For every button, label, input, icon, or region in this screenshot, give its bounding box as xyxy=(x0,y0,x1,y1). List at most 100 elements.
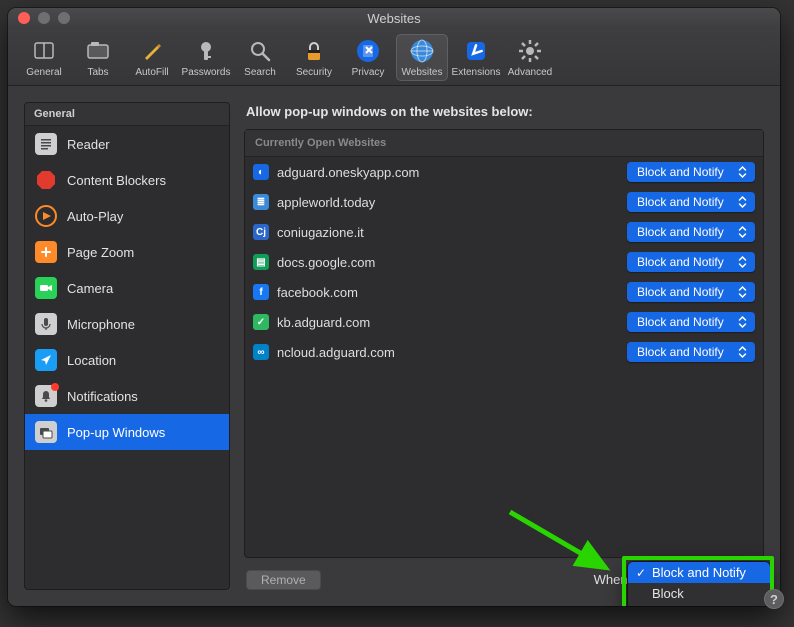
panel-footer: Remove When visiting other websites: ✓ B… xyxy=(244,558,764,590)
sidebar-item-label: Notifications xyxy=(67,389,138,404)
toolbar-websites[interactable]: Websites xyxy=(396,34,448,81)
popups-icon xyxy=(35,421,57,443)
favicon: ∞ xyxy=(253,344,269,360)
location-icon xyxy=(35,349,57,371)
panel-heading: Allow pop-up windows on the websites bel… xyxy=(246,104,764,119)
website-row[interactable]: Cj coniugazione.it Block and Notify xyxy=(245,217,763,247)
sidebar-item-label: Reader xyxy=(67,137,110,152)
dropdown-option[interactable]: Block xyxy=(628,583,770,604)
general-icon xyxy=(30,37,58,65)
toolbar-tabs[interactable]: Tabs xyxy=(72,34,124,81)
remove-button[interactable]: Remove xyxy=(246,570,321,590)
websites-icon xyxy=(408,37,436,65)
help-button[interactable]: ? xyxy=(764,589,780,606)
reader-icon xyxy=(35,133,57,155)
dropdown-option[interactable]: Allow xyxy=(628,604,770,606)
zoom-button[interactable] xyxy=(58,12,70,24)
favicon: f xyxy=(253,284,269,300)
website-policy-select[interactable]: Block and Notify xyxy=(627,222,755,242)
chevron-updown-icon xyxy=(736,194,749,210)
option-label: Block and Notify xyxy=(652,565,746,580)
sidebar: General Reader Content Blockers Auto-Pla… xyxy=(24,102,230,590)
toolbar-security[interactable]: Security xyxy=(288,34,340,81)
blockers-icon xyxy=(35,169,57,191)
toolbar-autofill[interactable]: AutoFill xyxy=(126,34,178,81)
toolbar-label: Tabs xyxy=(87,67,108,78)
favicon: Cj xyxy=(253,224,269,240)
website-policy-select[interactable]: Block and Notify xyxy=(627,192,755,212)
minimize-button[interactable] xyxy=(38,12,50,24)
sidebar-item-label: Page Zoom xyxy=(67,245,134,260)
website-domain: coniugazione.it xyxy=(277,225,619,240)
website-row[interactable]: ◐ adguard.oneskyapp.com Block and Notify xyxy=(245,157,763,187)
search-icon xyxy=(246,37,274,65)
toolbar-label: Privacy xyxy=(352,67,385,78)
toolbar-advanced[interactable]: Advanced xyxy=(504,34,556,81)
sidebar-item-label: Pop-up Windows xyxy=(67,425,165,440)
notification-badge xyxy=(51,383,59,391)
toolbar-label: Search xyxy=(244,67,276,78)
list-section-header: Currently Open Websites xyxy=(245,130,763,157)
select-value: Block and Notify xyxy=(637,225,730,239)
favicon: ▤ xyxy=(253,254,269,270)
sidebar-item-label: Content Blockers xyxy=(67,173,166,188)
notifications-icon xyxy=(35,385,57,407)
website-row[interactable]: f facebook.com Block and Notify xyxy=(245,277,763,307)
checkmark-icon: ✓ xyxy=(634,566,648,580)
close-button[interactable] xyxy=(18,12,30,24)
chevron-updown-icon xyxy=(736,224,749,240)
sidebar-item-notifications[interactable]: Notifications xyxy=(25,378,229,414)
chevron-updown-icon xyxy=(736,344,749,360)
other-websites-dropdown[interactable]: ✓ Block and Notify Block Allow xyxy=(628,562,770,606)
website-policy-select[interactable]: Block and Notify xyxy=(627,252,755,272)
toolbar-privacy[interactable]: Privacy xyxy=(342,34,394,81)
extensions-icon xyxy=(462,37,490,65)
camera-icon xyxy=(35,277,57,299)
websites-list: Currently Open Websites ◐ adguard.onesky… xyxy=(244,129,764,558)
toolbar-general[interactable]: General xyxy=(18,34,70,81)
website-row[interactable]: ∞ ncloud.adguard.com Block and Notify xyxy=(245,337,763,367)
website-row[interactable]: ≣ appleworld.today Block and Notify xyxy=(245,187,763,217)
sidebar-item-microphone[interactable]: Microphone xyxy=(25,306,229,342)
autoplay-icon xyxy=(35,205,57,227)
autofill-icon xyxy=(138,37,166,65)
sidebar-item-location[interactable]: Location xyxy=(25,342,229,378)
sidebar-item-label: Microphone xyxy=(67,317,135,332)
website-domain: adguard.oneskyapp.com xyxy=(277,165,619,180)
sidebar-item-zoom[interactable]: Page Zoom xyxy=(25,234,229,270)
option-label: Block xyxy=(652,586,684,601)
website-domain: kb.adguard.com xyxy=(277,315,619,330)
website-domain: facebook.com xyxy=(277,285,619,300)
toolbar-search[interactable]: Search xyxy=(234,34,286,81)
toolbar-extensions[interactable]: Extensions xyxy=(450,34,502,81)
sidebar-item-popups[interactable]: Pop-up Windows xyxy=(25,414,229,450)
website-policy-select[interactable]: Block and Notify xyxy=(627,162,755,182)
website-policy-select[interactable]: Block and Notify xyxy=(627,312,755,332)
website-policy-select[interactable]: Block and Notify xyxy=(627,342,755,362)
website-row[interactable]: ▤ docs.google.com Block and Notify xyxy=(245,247,763,277)
tabs-icon xyxy=(84,37,112,65)
preferences-window: Websites General Tabs AutoFill Passwords… xyxy=(8,8,780,606)
website-domain: appleworld.today xyxy=(277,195,619,210)
website-row[interactable]: ✓ kb.adguard.com Block and Notify xyxy=(245,307,763,337)
advanced-icon xyxy=(516,37,544,65)
titlebar: Websites xyxy=(8,8,780,28)
toolbar-passwords[interactable]: Passwords xyxy=(180,34,232,81)
sidebar-item-label: Camera xyxy=(67,281,113,296)
sidebar-item-autoplay[interactable]: Auto-Play xyxy=(25,198,229,234)
toolbar-label: AutoFill xyxy=(135,67,168,78)
toolbar-label: Security xyxy=(296,67,332,78)
sidebar-item-camera[interactable]: Camera xyxy=(25,270,229,306)
favicon: ≣ xyxy=(253,194,269,210)
sidebar-item-blockers[interactable]: Content Blockers xyxy=(25,162,229,198)
preferences-toolbar: General Tabs AutoFill Passwords Search S… xyxy=(8,28,780,86)
sidebar-header: General xyxy=(25,103,229,126)
chevron-updown-icon xyxy=(736,254,749,270)
dropdown-option[interactable]: ✓ Block and Notify xyxy=(628,562,770,583)
website-policy-select[interactable]: Block and Notify xyxy=(627,282,755,302)
sidebar-item-reader[interactable]: Reader xyxy=(25,126,229,162)
select-value: Block and Notify xyxy=(637,285,730,299)
sidebar-item-label: Location xyxy=(67,353,116,368)
traffic-lights xyxy=(18,12,70,24)
select-value: Block and Notify xyxy=(637,195,730,209)
